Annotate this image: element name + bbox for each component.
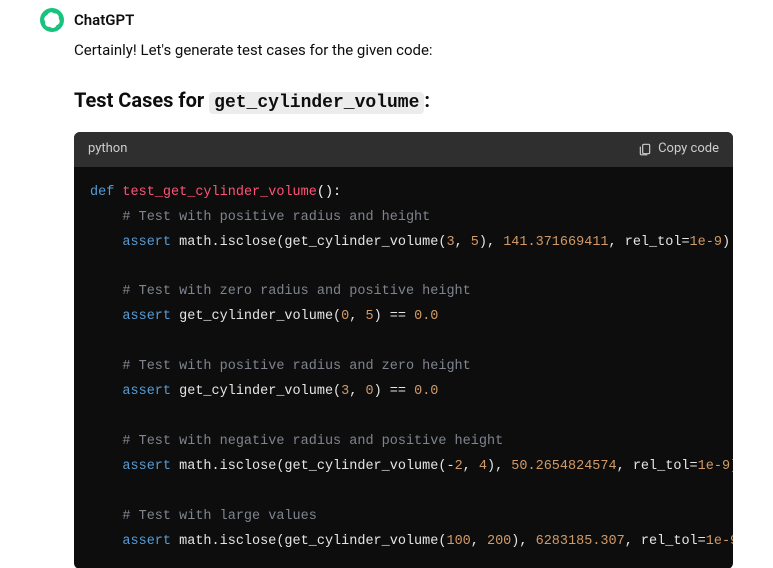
section-suffix: : bbox=[424, 88, 430, 112]
code-token: , bbox=[471, 534, 487, 549]
code-comment: # Test with positive radius and height bbox=[122, 210, 430, 225]
copy-code-label: Copy code bbox=[658, 139, 719, 160]
code-token: , bbox=[463, 459, 479, 474]
section-code: get_cylinder_volume bbox=[209, 92, 424, 114]
chatgpt-avatar-icon bbox=[40, 8, 64, 32]
intro-text: Certainly! Let's generate test cases for… bbox=[74, 38, 733, 62]
copy-code-button[interactable]: Copy code bbox=[638, 139, 719, 160]
code-token: get_cylinder_volume( bbox=[171, 384, 341, 399]
author-name: ChatGPT bbox=[74, 11, 134, 29]
code-header: python Copy code bbox=[74, 132, 733, 167]
code-token: ) bbox=[722, 235, 730, 250]
code-token: 100 bbox=[446, 534, 470, 549]
code-token: ) == bbox=[374, 309, 415, 324]
code-token: 200 bbox=[487, 534, 511, 549]
code-token: 3 bbox=[446, 235, 454, 250]
code-token: 1e-9 bbox=[706, 534, 733, 549]
code-token: 2 bbox=[455, 459, 463, 474]
code-token: , rel_tol= bbox=[617, 459, 698, 474]
code-block: python Copy code def test_get_cylinder_v… bbox=[74, 132, 733, 568]
code-comment: # Test with positive radius and zero hei… bbox=[122, 359, 470, 374]
code-comment: # Test with zero radius and positive hei… bbox=[122, 284, 470, 299]
code-token: , bbox=[349, 309, 365, 324]
code-token: ), bbox=[511, 534, 535, 549]
assistant-message: ChatGPT Certainly! Let's generate test c… bbox=[0, 0, 773, 568]
code-token: 6283185.307 bbox=[536, 534, 625, 549]
code-token: 1e-9 bbox=[690, 235, 722, 250]
section-title: Test Cases for get_cylinder_volume: bbox=[74, 84, 733, 118]
code-comment: # Test with large values bbox=[122, 509, 316, 524]
code-token: 1e-9 bbox=[698, 459, 730, 474]
code-token: math.isclose(get_cylinder_volume( bbox=[171, 235, 446, 250]
code-token: assert bbox=[122, 534, 171, 549]
code-token: assert bbox=[122, 309, 171, 324]
code-token: 141.371669411 bbox=[503, 235, 608, 250]
code-token: def bbox=[90, 185, 114, 200]
code-token: 4 bbox=[479, 459, 487, 474]
code-token: , bbox=[455, 235, 471, 250]
code-token: ) == bbox=[374, 384, 415, 399]
code-token: math.isclose(get_cylinder_volume(- bbox=[171, 459, 455, 474]
code-token: , bbox=[349, 384, 365, 399]
message-body: Certainly! Let's generate test cases for… bbox=[40, 38, 733, 568]
code-language-label: python bbox=[88, 139, 127, 160]
code-token: 50.2654824574 bbox=[511, 459, 616, 474]
code-token: assert bbox=[122, 459, 171, 474]
code-token: test_get_cylinder_volume bbox=[122, 185, 316, 200]
code-token: 0 bbox=[365, 384, 373, 399]
code-token: 0.0 bbox=[414, 384, 438, 399]
section-prefix: Test Cases for bbox=[74, 88, 209, 112]
clipboard-icon bbox=[638, 142, 652, 156]
code-token: assert bbox=[122, 235, 171, 250]
code-token: 5 bbox=[365, 309, 373, 324]
code-token: 0.0 bbox=[414, 309, 438, 324]
message-header: ChatGPT bbox=[40, 8, 733, 32]
code-token: ), bbox=[479, 235, 503, 250]
code-token: assert bbox=[122, 384, 171, 399]
code-token: (): bbox=[317, 185, 341, 200]
code-token: , rel_tol= bbox=[625, 534, 706, 549]
code-token: 5 bbox=[471, 235, 479, 250]
code-content[interactable]: def test_get_cylinder_volume(): # Test w… bbox=[74, 167, 733, 568]
code-token: , rel_tol= bbox=[609, 235, 690, 250]
code-token: ), bbox=[487, 459, 511, 474]
code-token: math.isclose(get_cylinder_volume( bbox=[171, 534, 446, 549]
code-token: ) bbox=[730, 459, 733, 474]
code-token: get_cylinder_volume( bbox=[171, 309, 341, 324]
code-comment: # Test with negative radius and positive… bbox=[122, 434, 503, 449]
